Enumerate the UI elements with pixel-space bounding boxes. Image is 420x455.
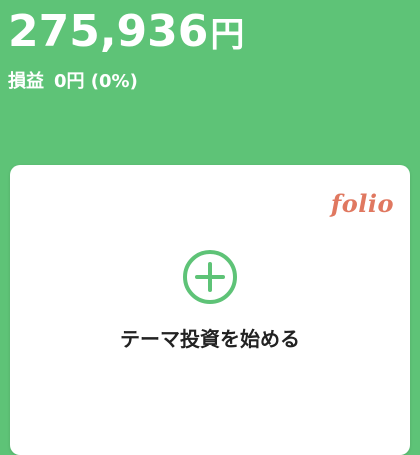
total-value-number: 275,936 (8, 6, 209, 57)
theme-investment-card: folio テーマ投資を始める (10, 165, 410, 455)
start-theme-investment-button[interactable]: テーマ投資を始める (10, 249, 410, 352)
folio-logo: folio (330, 189, 394, 218)
plus-circle-icon (183, 250, 237, 304)
profit-loss-label: 損益 (8, 71, 44, 92)
profit-loss-value: 0円 (0%) (54, 71, 138, 92)
total-value-unit: 円 (210, 15, 245, 55)
profit-loss: 損益 0円 (0%) (8, 71, 244, 93)
total-asset-value: 275,936円 (8, 6, 244, 61)
portfolio-summary: 275,936円 損益 0円 (0%) (8, 6, 244, 93)
start-theme-investment-label: テーマ投資を始める (120, 327, 300, 351)
